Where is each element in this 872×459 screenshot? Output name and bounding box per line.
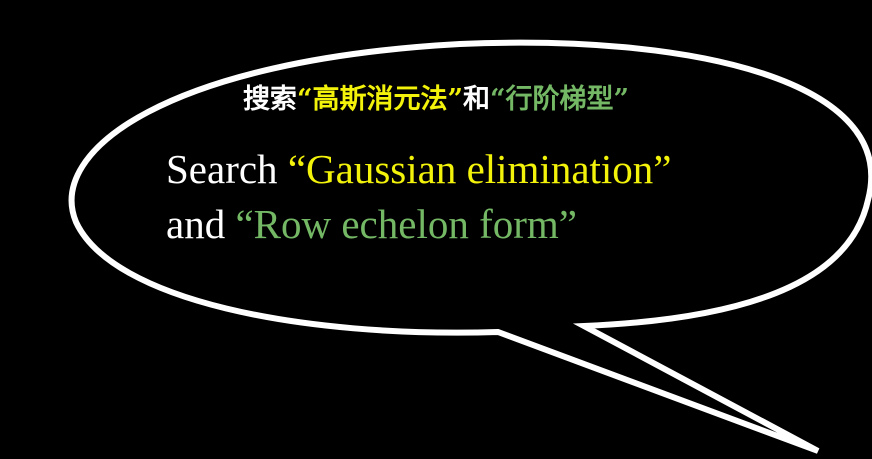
chinese-caption: 搜索“高斯消元法”和“行阶梯型”: [0, 80, 872, 120]
english-caption-line-2: and “Row echelon form”: [166, 200, 577, 248]
chinese-prefix: 搜索: [242, 84, 297, 115]
english-term-echelon: “Row echelon form”: [235, 201, 577, 247]
english-prefix-and: and: [166, 201, 236, 247]
english-caption-line-1: Search “Gaussian elimination”: [166, 145, 672, 193]
english-prefix-search: Search: [166, 146, 288, 192]
chinese-term-gaussian: “高斯消元法”: [296, 84, 463, 115]
speech-bubble-slide: 搜索“高斯消元法”和“行阶梯型” Search “Gaussian elimin…: [0, 0, 872, 459]
english-term-gaussian: “Gaussian elimination”: [287, 146, 672, 192]
chinese-connector: 和: [463, 84, 490, 115]
chinese-term-echelon: “行阶梯型”: [490, 84, 630, 115]
